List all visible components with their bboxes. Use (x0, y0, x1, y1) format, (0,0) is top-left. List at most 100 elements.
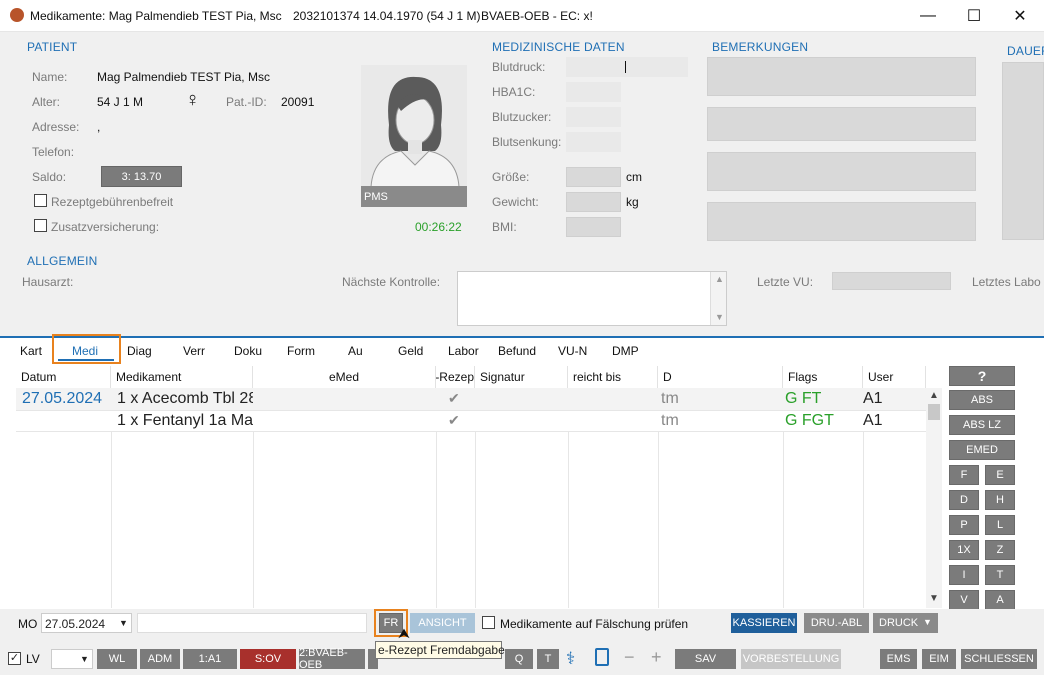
column-header-d[interactable]: D (658, 366, 783, 388)
tab-dmp[interactable]: DMP (612, 344, 639, 358)
table-row[interactable]: 1 x Fentanyl 1a Ma ✔ tm G FGT A1 (16, 411, 926, 431)
scroll-down-icon[interactable]: ▼ (929, 593, 939, 604)
sov-button[interactable]: S:OV (240, 649, 296, 669)
blutsenkung-field[interactable] (566, 132, 621, 152)
stethoscope-icon[interactable]: ⚕ (566, 649, 575, 669)
kassieren-button[interactable]: KASSIEREN (731, 613, 797, 633)
tab-au[interactable]: Au (348, 344, 363, 358)
blutdruck-field[interactable] (566, 57, 688, 77)
remark-field-3[interactable] (707, 152, 976, 191)
toolbar-button[interactable]: Q (505, 649, 533, 669)
d-button[interactable]: D (949, 490, 979, 510)
tab-verr[interactable]: Verr (183, 344, 205, 358)
column-header-datum[interactable]: Datum (16, 366, 111, 388)
scroll-up-icon[interactable]: ▲ (715, 274, 724, 284)
z-button[interactable]: Z (985, 540, 1015, 560)
tab-doku[interactable]: Doku (234, 344, 262, 358)
1x-button[interactable]: 1X (949, 540, 979, 560)
column-header-user[interactable]: User (863, 366, 926, 388)
address-value: , (97, 120, 101, 134)
tooltip-text: e-Rezept Fremdabgabe (378, 643, 505, 657)
tab-vu-n[interactable]: VU-N (558, 344, 587, 358)
column-header-flags[interactable]: Flags (783, 366, 863, 388)
patient-photo[interactable] (361, 65, 467, 187)
window-insurance: BVAEB-OEB - EC: x! (481, 9, 593, 23)
scroll-up-icon[interactable]: ▲ (929, 390, 939, 401)
plus-icon[interactable]: + (651, 647, 662, 668)
minimize-button[interactable]: — (905, 0, 951, 32)
p-button[interactable]: P (949, 515, 979, 535)
h-button[interactable]: H (985, 490, 1015, 510)
remark-field-1[interactable] (707, 57, 976, 96)
remark-field-2[interactable] (707, 107, 976, 141)
remark-field-4[interactable] (707, 202, 976, 241)
column-header-medikament[interactable]: Medikament (111, 366, 253, 388)
scroll-down-icon[interactable]: ▼ (715, 312, 724, 322)
column-header-signatur[interactable]: Signatur (475, 366, 568, 388)
eim-button[interactable]: EIM (922, 649, 956, 669)
tab-labor[interactable]: Labor (448, 344, 479, 358)
help-button[interactable]: ? (949, 366, 1015, 386)
chevron-down-icon: ▼ (923, 617, 932, 627)
a1-button[interactable]: 1:A1 (183, 649, 237, 669)
tab-diag[interactable]: Diag (127, 344, 152, 358)
naechste-kontrolle-field[interactable]: ▲ ▼ (457, 271, 727, 326)
t-button[interactable]: T (985, 565, 1015, 585)
column-header-emed[interactable]: eMed (253, 366, 436, 388)
gewicht-field[interactable] (566, 192, 621, 212)
close-button[interactable]: ✕ (997, 0, 1043, 32)
i-button[interactable]: I (949, 565, 979, 585)
faelschung-checkbox[interactable] (482, 616, 495, 629)
check-icon: ✔ (448, 412, 460, 428)
dru-abl-button[interactable]: DRU.-ABL (804, 613, 869, 633)
wl-button[interactable]: WL (97, 649, 137, 669)
tab-geld[interactable]: Geld (398, 344, 423, 358)
tab-kart[interactable]: Kart (20, 344, 42, 358)
chevron-down-icon[interactable]: ▼ (119, 618, 128, 628)
letzte-vu-field (832, 272, 951, 290)
toolbar-button[interactable]: T (537, 649, 559, 669)
chevron-down-icon[interactable]: ▼ (80, 654, 89, 664)
dauer-field[interactable] (1002, 62, 1044, 240)
ems-button[interactable]: EMS (880, 649, 917, 669)
druck-label: DRUCK (879, 617, 919, 629)
sav-button[interactable]: SAV (675, 649, 736, 669)
druck-button[interactable]: DRUCK ▼ (873, 613, 938, 633)
bvaeb-button[interactable]: 2:BVAEB-OEB (299, 647, 365, 671)
lv-checkbox[interactable]: ✓ (8, 652, 21, 665)
scrollbar[interactable]: ▲ ▼ (710, 272, 726, 325)
table-scrollbar[interactable]: ▲ ▼ (926, 388, 942, 608)
tab-form[interactable]: Form (287, 344, 315, 358)
schliessen-button[interactable]: SCHLIESSEN (961, 649, 1037, 669)
saldo-button[interactable]: 3: 13.70 (101, 166, 182, 187)
bookmark-icon[interactable] (595, 648, 609, 666)
v-button[interactable]: V (949, 590, 979, 610)
abs-button[interactable]: ABS (949, 390, 1015, 410)
zusatz-checkbox[interactable] (34, 219, 47, 232)
adm-button[interactable]: ADM (140, 649, 180, 669)
a-button[interactable]: A (985, 590, 1015, 610)
l-button[interactable]: L (985, 515, 1015, 535)
blutzucker-field[interactable] (566, 107, 621, 127)
maximize-button[interactable]: ☐ (951, 0, 997, 32)
date-picker[interactable]: 27.05.2024 ▼ (41, 613, 132, 633)
minus-icon[interactable]: − (624, 647, 635, 668)
e-button[interactable]: E (985, 465, 1015, 485)
table-row[interactable]: 27.05.2024 1 x Acecomb Tbl 28 ✔ tm G FT … (16, 388, 926, 410)
abs-lz-button[interactable]: ABS LZ (949, 415, 1015, 435)
lv-dropdown[interactable]: ▼ (51, 649, 93, 669)
column-header-erezept[interactable]: e-Rezep (436, 366, 475, 388)
groesse-field[interactable] (566, 167, 621, 187)
column-header-reicht-bis[interactable]: reicht bis (568, 366, 658, 388)
name-label: Name: (32, 70, 68, 84)
f-button[interactable]: F (949, 465, 979, 485)
vorbestellung-button[interactable]: VORBESTELLUNG (741, 649, 841, 669)
medication-input[interactable] (137, 613, 367, 633)
ansicht-button[interactable]: ANSICHT (410, 613, 475, 633)
tab-befund[interactable]: Befund (498, 344, 536, 358)
emed-button[interactable]: EMED (949, 440, 1015, 460)
tab-medi[interactable]: Medi (72, 344, 98, 358)
rezept-checkbox[interactable] (34, 194, 47, 207)
scroll-thumb[interactable] (928, 404, 940, 420)
hba1c-field[interactable] (566, 82, 621, 102)
